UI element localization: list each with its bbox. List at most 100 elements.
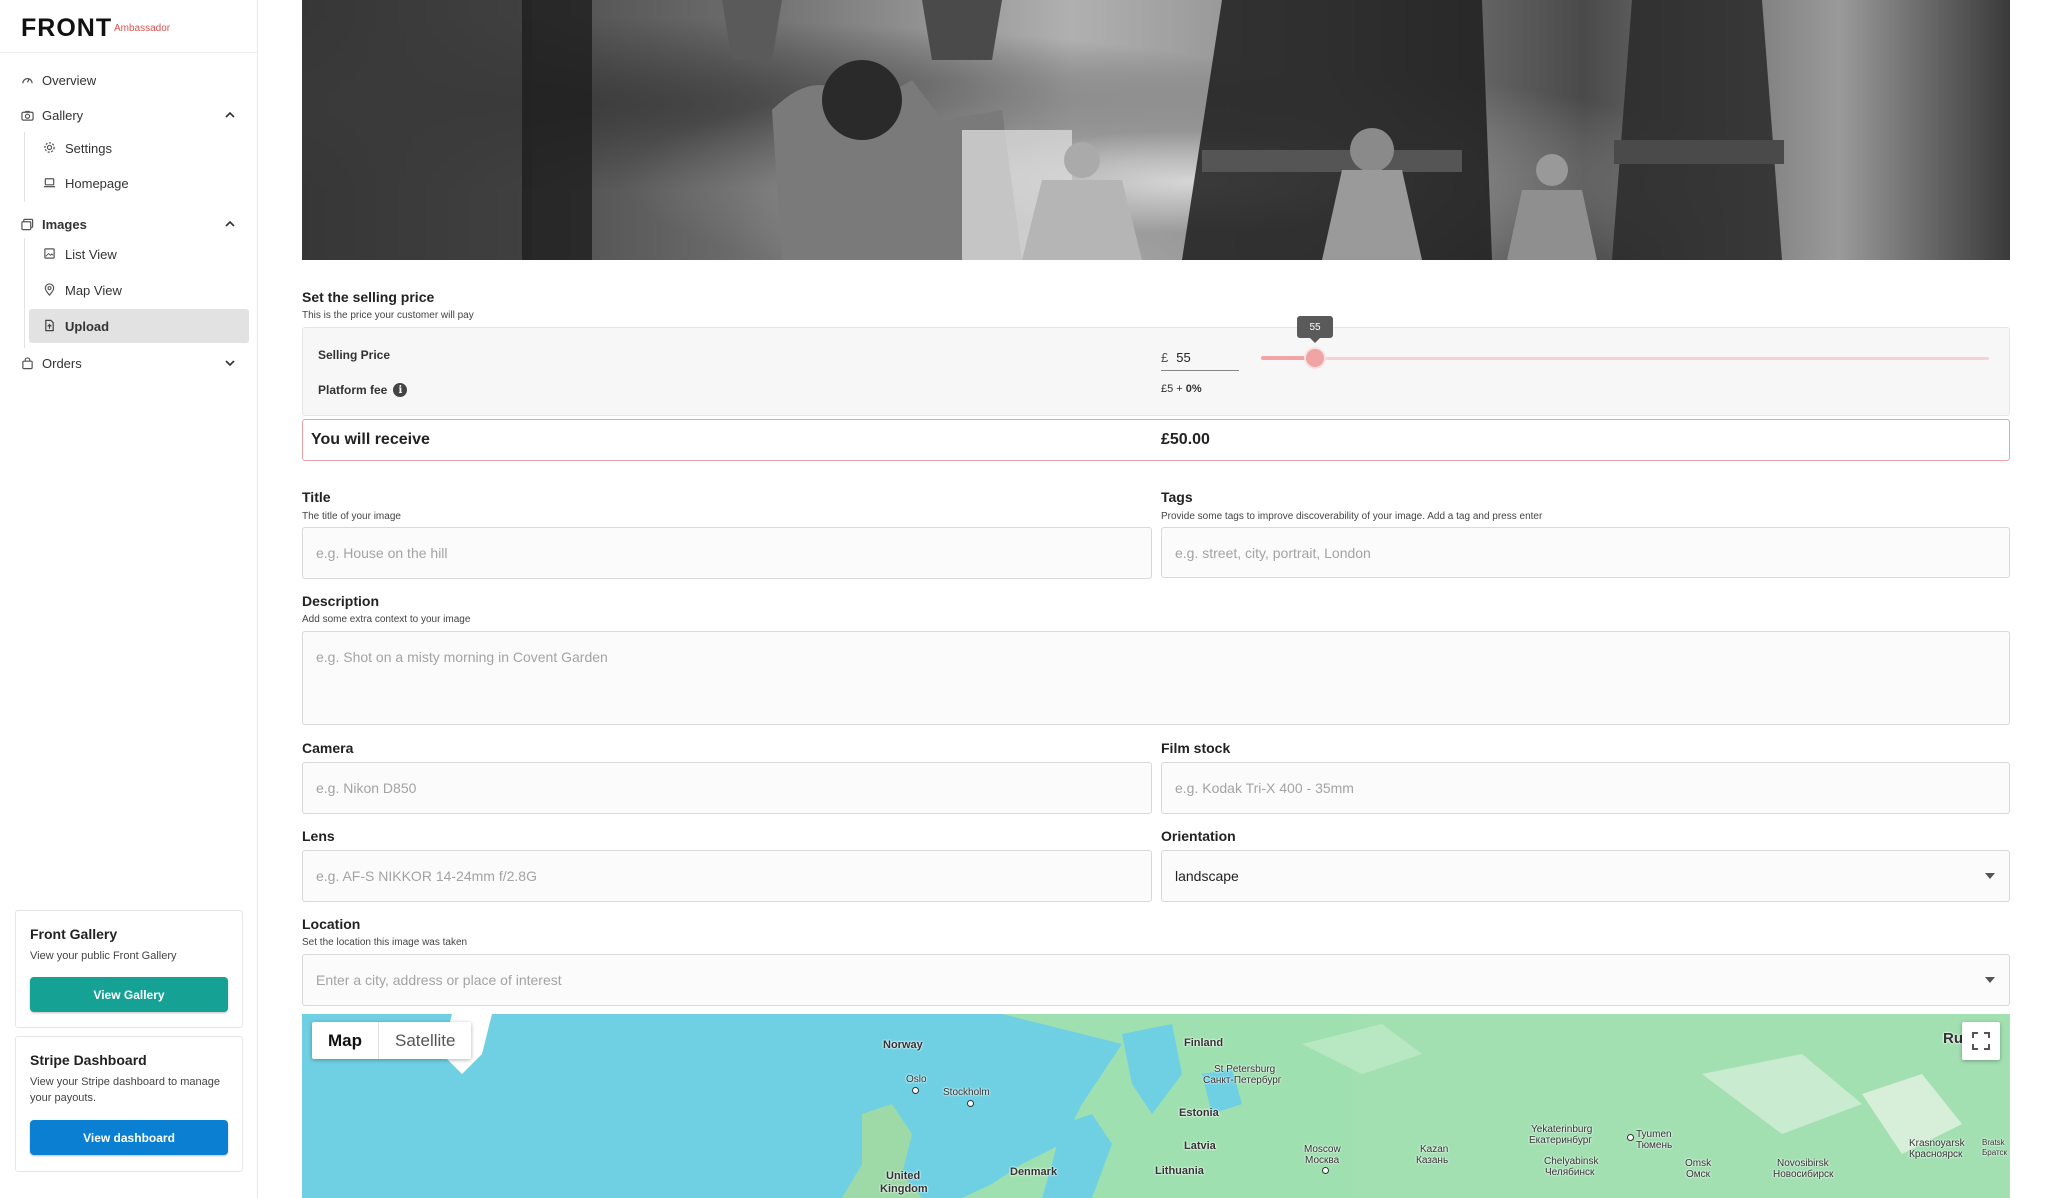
map-marker (967, 1100, 974, 1107)
sidebar-item-homepage[interactable]: Homepage (29, 166, 249, 200)
sidebar-item-label: Upload (65, 318, 110, 334)
map-label: Estonia (1179, 1107, 1219, 1119)
selling-price-input[interactable]: £ 55 (1161, 344, 1239, 371)
slider-thumb[interactable] (1306, 349, 1324, 367)
sidebar-item-overview[interactable]: Overview (20, 68, 237, 92)
map-marker (1322, 1167, 1329, 1174)
sidebar-item-images[interactable]: Images (20, 212, 237, 236)
view-dashboard-button[interactable]: View dashboard (30, 1120, 228, 1155)
sidebar-item-label: Homepage (65, 175, 129, 191)
receive-panel: You will receive £50.00 (302, 419, 2010, 461)
sidebar-item-gallery[interactable]: Gallery (20, 103, 237, 127)
pricing-panel: Selling Price Platform fee i £ 55 £5 + 0… (302, 316, 2010, 416)
sidebar-item-label: Settings (65, 140, 112, 156)
sidebar-item-settings[interactable]: Settings (29, 131, 249, 165)
sidebar-item-orders[interactable]: Orders (20, 351, 237, 375)
stripe-dashboard-card: Stripe Dashboard View your Stripe dashbo… (15, 1036, 243, 1172)
title-placeholder: e.g. House on the hill (316, 545, 448, 561)
view-gallery-button[interactable]: View Gallery (30, 977, 228, 1012)
tree-line (24, 238, 25, 348)
film-stock-placeholder: e.g. Kodak Tri-X 400 - 35mm (1175, 780, 1354, 796)
tags-help: Provide some tags to improve discoverabi… (1161, 511, 1543, 522)
sidebar-item-upload[interactable]: Upload (29, 309, 249, 343)
pricing-title: Set the selling price (302, 289, 435, 305)
caret-down-icon (1985, 977, 1995, 983)
logo-row: FRONT Ambassador (0, 0, 257, 53)
platform-fee-value: £5 + 0% (1161, 383, 1202, 395)
platform-fee-text: Platform fee (318, 383, 388, 397)
title-input[interactable]: e.g. House on the hill (302, 527, 1152, 579)
card-text: View your Stripe dashboard to manage you… (30, 1076, 220, 1104)
tags-placeholder: e.g. street, city, portrait, London (1175, 544, 1371, 561)
chevron-up-icon[interactable] (223, 217, 237, 231)
location-map[interactable]: Norway Oslo Stockholm Finland St Petersb… (302, 1014, 2010, 1198)
orientation-label: Orientation (1161, 828, 1236, 844)
map-label: Finland (1184, 1037, 1224, 1049)
selling-price-label: Selling Price (318, 348, 391, 362)
front-gallery-card: Front Gallery View your public Front Gal… (15, 910, 243, 1028)
map-label: Ru (1943, 1030, 1963, 1047)
card-title: Front Gallery (30, 926, 118, 942)
map-label: Москва (1305, 1155, 1340, 1166)
map-tab-map[interactable]: Map (312, 1022, 378, 1059)
map-label: Омск (1686, 1169, 1711, 1180)
map-label: Красноярск (1909, 1149, 1963, 1160)
receive-value: £50.00 (1161, 431, 1210, 448)
map-label: Moscow (1304, 1144, 1341, 1155)
map-pin-icon (43, 283, 57, 297)
uploaded-image-preview (302, 0, 2010, 260)
location-autocomplete[interactable]: Enter a city, address or place of intere… (302, 954, 2010, 1006)
map-label: Oslo (906, 1074, 927, 1085)
sidebar-item-map-view[interactable]: Map View (29, 273, 249, 307)
title-label: Title (302, 489, 331, 505)
description-textarea[interactable]: e.g. Shot on a misty morning in Covent G… (302, 631, 2010, 725)
slider-track (1261, 357, 1989, 360)
film-stock-label: Film stock (1161, 740, 1231, 756)
map-type-toggle: Map Satellite (312, 1022, 472, 1059)
platform-fee-label: Platform fee i (318, 383, 408, 397)
map-label: Санкт-Петербург (1203, 1075, 1282, 1086)
map-label: Yekaterinburg (1531, 1124, 1593, 1135)
fee-percent: 0% (1185, 383, 1202, 395)
sidebar-item-label: Overview (42, 72, 97, 88)
selling-price-value: 55 (1176, 349, 1191, 365)
images-icon (20, 217, 34, 231)
brand-subtitle: Ambassador (114, 23, 171, 34)
chevron-down-icon[interactable] (223, 356, 237, 370)
description-help: Add some extra context to your image (302, 614, 471, 625)
card-title: Stripe Dashboard (30, 1052, 147, 1068)
tags-input[interactable]: e.g. street, city, portrait, London (1161, 527, 2010, 578)
tree-line (24, 132, 25, 202)
map-label: Chelyabinsk (1544, 1156, 1599, 1167)
info-icon[interactable]: i (393, 383, 408, 397)
price-slider[interactable]: 55 (1261, 316, 1989, 368)
sidebar-item-list-view[interactable]: List View (29, 237, 249, 271)
card-text: View your public Front Gallery (30, 950, 177, 962)
pricing-help: This is the price your customer will pay (302, 310, 474, 321)
lens-label: Lens (302, 828, 335, 844)
fee-base: £5 + (1161, 383, 1186, 395)
map-label: Новосибирск (1773, 1169, 1834, 1180)
file-upload-icon (43, 319, 57, 333)
caret-down-icon (1985, 873, 1995, 879)
map-label: United (886, 1170, 921, 1182)
orientation-select[interactable]: landscape (1161, 850, 2010, 902)
map-label: Екатеринбург (1529, 1135, 1592, 1146)
sidebar-item-label: Gallery (42, 107, 84, 123)
brand-logo[interactable]: FRONT (21, 14, 112, 43)
camera-input[interactable]: e.g. Nikon D850 (302, 762, 1152, 814)
fullscreen-button[interactable] (1962, 1022, 2000, 1060)
map-label: Stockholm (943, 1087, 990, 1098)
bag-icon (20, 356, 34, 370)
fullscreen-icon (1972, 1032, 1990, 1050)
map-label: Novosibirsk (1777, 1158, 1829, 1169)
chevron-up-icon[interactable] (223, 108, 237, 122)
map-tab-satellite[interactable]: Satellite (379, 1022, 471, 1059)
sidebar-item-label: Images (42, 216, 87, 232)
lens-input[interactable]: e.g. AF-S NIKKOR 14-24mm f/2.8G (302, 850, 1152, 902)
map-label: St Petersburg (1214, 1064, 1276, 1075)
map-label: Krasnoyarsk (1909, 1138, 1965, 1149)
film-stock-input[interactable]: e.g. Kodak Tri-X 400 - 35mm (1161, 762, 2010, 814)
map-label: Kingdom (880, 1183, 928, 1195)
map-label: Казань (1416, 1155, 1449, 1166)
